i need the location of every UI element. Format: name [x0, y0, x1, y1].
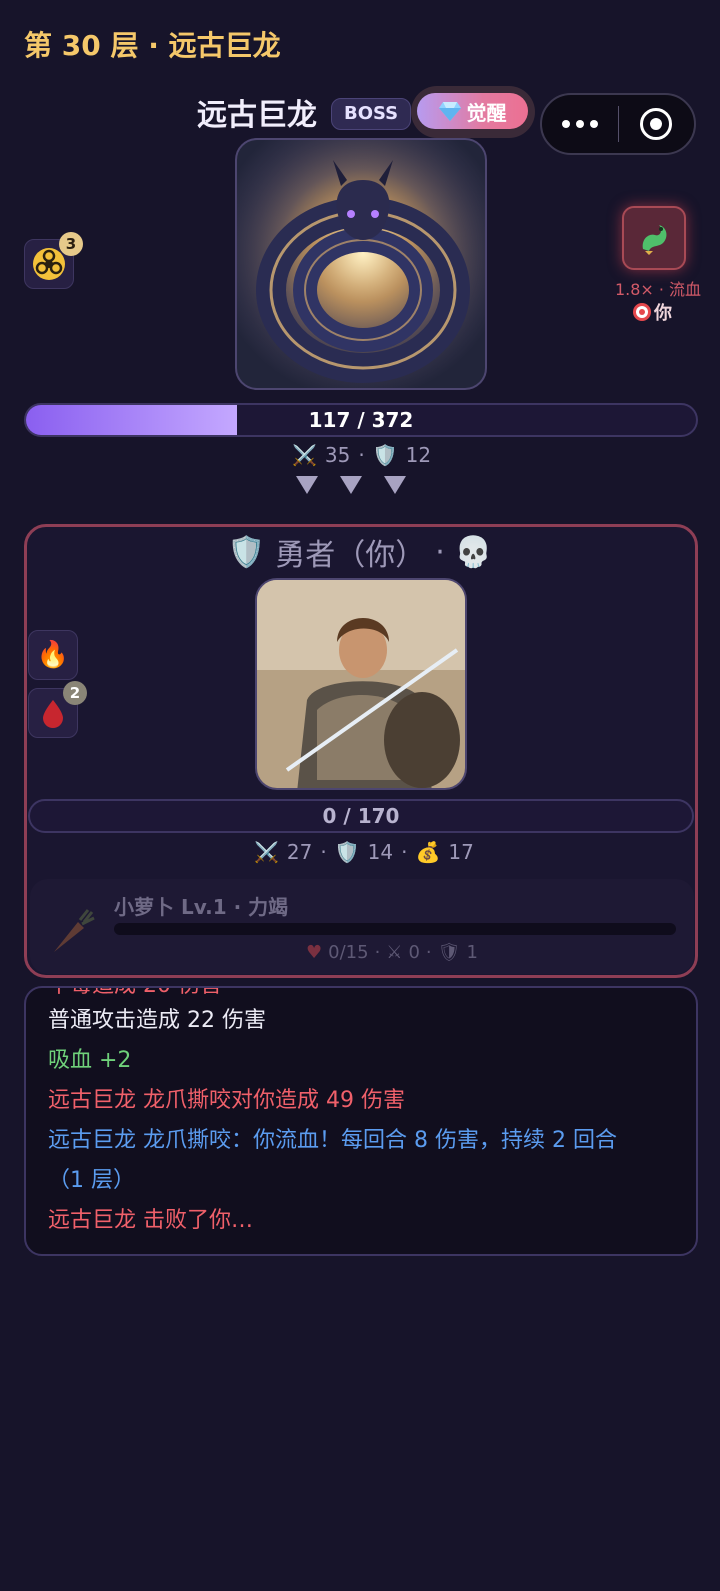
log-line: 远古巨龙 龙爪撕咬对你造成 49 伤害 — [48, 1088, 405, 1113]
log-line: 普通攻击造成 22 伤害 — [48, 1008, 266, 1033]
fire-icon: 🔥 — [36, 640, 70, 670]
boss-hp-text: 117 / 372 — [308, 408, 414, 432]
swords-icon: ⚔️ — [254, 840, 279, 864]
swords-icon: ⚔ — [386, 942, 403, 963]
skull-icon: 💀 — [454, 534, 493, 570]
dragon-icon — [642, 225, 667, 255]
dragon-image — [237, 140, 485, 388]
shield-icon: 🛡️ — [372, 443, 398, 467]
player-attack: 27 — [286, 840, 313, 864]
shield-icon: 🛡️ — [227, 534, 266, 570]
buff-label: 1.8× · 流血 — [614, 280, 702, 299]
awaken-button-wrap: 觉醒 — [411, 86, 535, 138]
bleed-stack-badge: 2 — [63, 681, 87, 705]
awaken-label: 觉醒 — [466, 100, 507, 125]
stat-separator: · — [401, 840, 408, 864]
boss-name: 远古巨龙 — [197, 98, 317, 133]
knight-image — [257, 580, 465, 788]
carrot-icon — [54, 909, 95, 952]
pet-defense: 1 — [466, 942, 478, 963]
blood-drop-icon — [43, 700, 63, 728]
pet-attack: 0 — [408, 942, 420, 963]
dragon-buff[interactable] — [622, 206, 686, 270]
stat-separator: · — [374, 942, 381, 963]
boss-portrait — [235, 138, 487, 390]
fire-status[interactable]: 🔥 — [28, 630, 78, 680]
poison-stack-badge: 3 — [59, 232, 83, 256]
awaken-button[interactable]: 觉醒 — [417, 93, 528, 129]
pet-hp: 0/15 — [328, 942, 369, 963]
stat-separator: · — [358, 443, 365, 467]
close-target-button[interactable] — [619, 95, 695, 153]
log-line: （1 层） — [48, 1168, 135, 1193]
biohazard-icon — [33, 248, 65, 280]
log-line: 远古巨龙 击败了你… — [48, 1208, 253, 1233]
player-stats: ⚔️ 27 · 🛡️ 14 · 💰 17 — [254, 840, 474, 864]
player-title: 勇者（你） — [275, 538, 426, 573]
down-arrows — [296, 476, 406, 494]
bullseye-icon — [633, 303, 651, 321]
player-defense: 14 — [367, 840, 394, 864]
player-hp-text: 0 / 170 — [322, 804, 400, 828]
heart-icon: ♥ — [306, 942, 323, 963]
log-line: 吸血 +2 — [48, 1048, 132, 1073]
shield-icon: 🛡️ — [334, 840, 360, 864]
player-portrait — [255, 578, 467, 790]
pet-hp-bar — [114, 923, 676, 935]
pet-stats: ♥ 0/15 · ⚔ 0 · 🛡 1 — [306, 942, 478, 963]
boss-badge: BOSS — [331, 98, 412, 130]
arrow-down-icon — [384, 476, 406, 494]
arrow-down-icon — [340, 476, 362, 494]
capsule-menu — [540, 93, 696, 155]
player-title-row: 🛡️ 勇者（你） · 💀 — [0, 530, 720, 574]
swords-icon: ⚔️ — [292, 443, 317, 467]
target-indicator: 你 — [632, 299, 692, 325]
stat-separator: · — [425, 942, 432, 963]
boss-hp-bar: 117 / 372 — [24, 403, 698, 437]
player-gold: 17 — [448, 840, 474, 864]
boss-stats: ⚔️ 35 · 🛡️ 12 — [292, 443, 431, 467]
battle-log[interactable]: 中毒造成 20 伤害 普通攻击造成 22 伤害 吸血 +2 远古巨龙 龙爪撕咬对… — [24, 986, 698, 1256]
log-line: 远古巨龙 龙爪撕咬：你流血！每回合 8 伤害，持续 2 回合 — [48, 1128, 617, 1153]
floor-title: 第 30 层 · 远古巨龙 — [24, 29, 281, 62]
boss-defense: 12 — [405, 443, 432, 467]
more-button[interactable] — [542, 95, 618, 153]
stat-separator: · — [320, 840, 327, 864]
shield-icon: 🛡 — [437, 942, 461, 963]
target-icon — [640, 108, 673, 140]
title-separator: · — [435, 534, 445, 570]
gem-icon — [438, 102, 461, 121]
pet-name: 小萝卜 Lv.1 · 力竭 — [114, 895, 289, 919]
money-bag-icon: 💰 — [415, 840, 441, 864]
player-hp-bar: 0 / 170 — [28, 799, 694, 833]
boss-attack: 35 — [324, 443, 351, 467]
target-label: 你 — [654, 303, 672, 324]
arrow-down-icon — [296, 476, 318, 494]
